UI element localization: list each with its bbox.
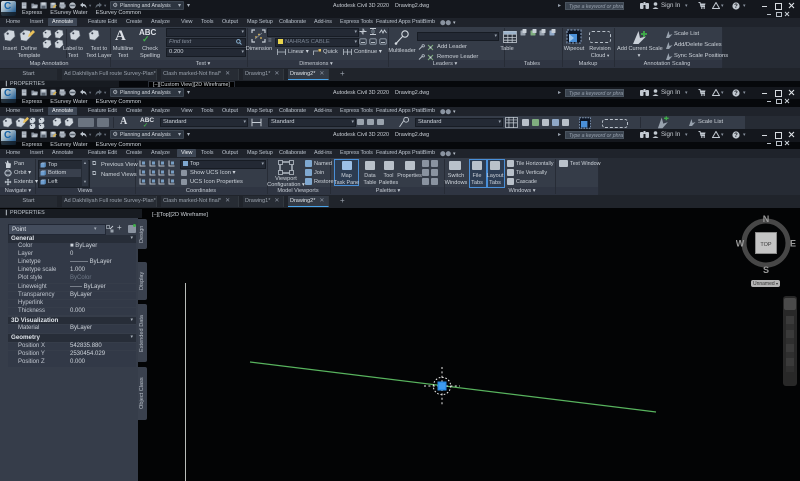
svg-text:E: E (790, 239, 796, 249)
svg-text:?: ? (734, 91, 738, 97)
svg-text:?: ? (734, 4, 738, 10)
svg-text:S: S (763, 265, 769, 274)
svg-text:TOP: TOP (760, 242, 772, 248)
svg-text:?: ? (734, 133, 738, 139)
svg-text:W: W (736, 239, 745, 249)
svg-text:N: N (763, 214, 770, 224)
